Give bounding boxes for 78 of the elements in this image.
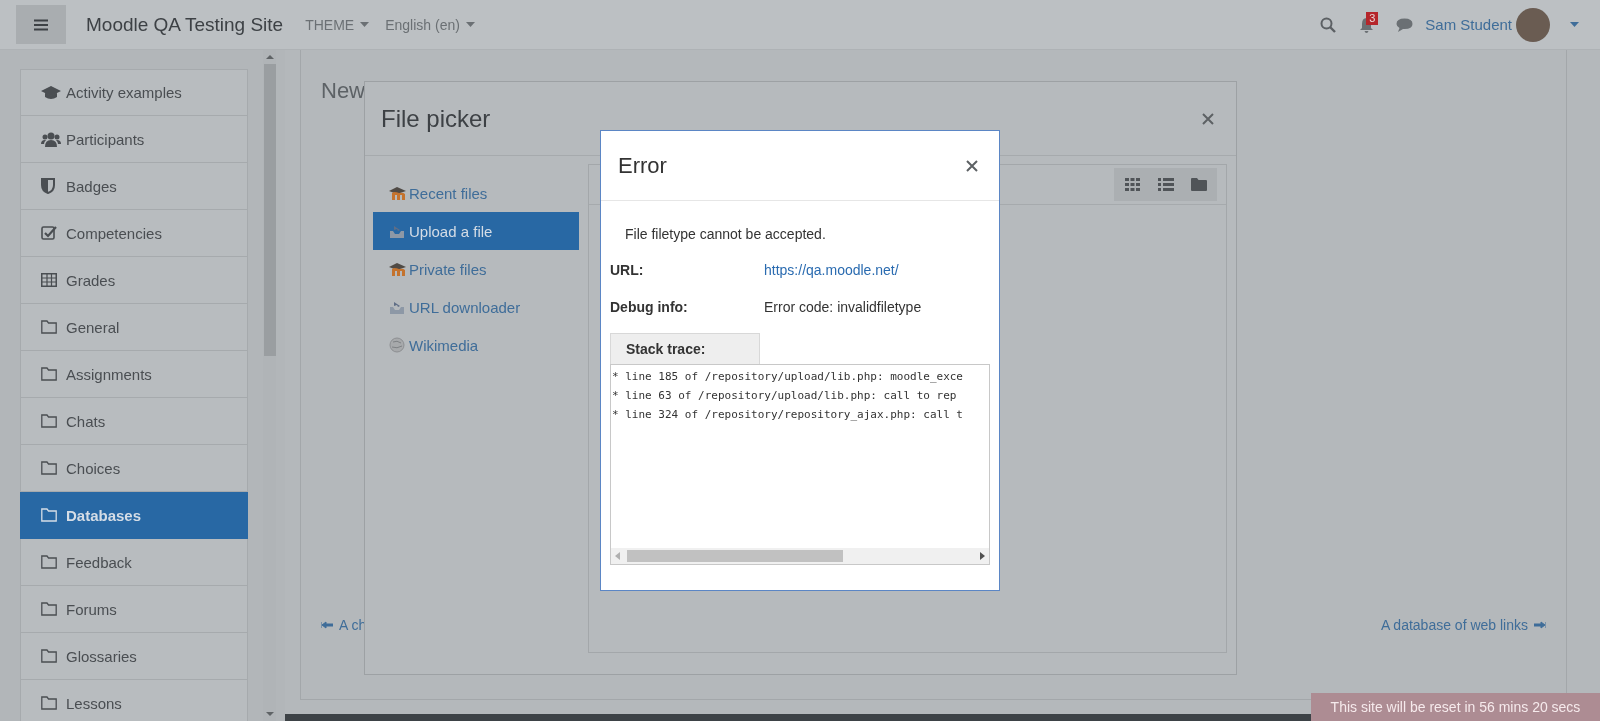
- next-activity-link[interactable]: A database of web links: [1380, 617, 1546, 633]
- repository-item[interactable]: Recent files: [373, 174, 579, 212]
- sidebar-item[interactable]: Chats: [20, 398, 248, 445]
- dropdown-menu[interactable]: THEME: [305, 16, 370, 33]
- url-link[interactable]: https://qa.moodle.net/: [764, 262, 899, 278]
- folder-icon: [41, 461, 57, 475]
- checkbox-icon: [41, 225, 57, 241]
- repository-item[interactable]: Wikimedia: [373, 326, 579, 364]
- arrow-left-icon: [321, 621, 333, 629]
- caret-icon: [465, 22, 475, 27]
- tray-icon: [389, 299, 405, 315]
- field-label: URL:: [610, 262, 645, 278]
- sidebar-item[interactable]: Assignments: [20, 351, 248, 398]
- field-value: Error code: invalidfiletype: [764, 299, 922, 315]
- notification-badge: 3: [1366, 11, 1379, 25]
- sidebar-item[interactable]: Competencies: [20, 210, 248, 257]
- close-icon: [966, 159, 978, 172]
- sidebar-item[interactable]: Forums: [20, 586, 248, 633]
- site-name[interactable]: Moodle QA Testing Site: [86, 13, 284, 36]
- list-icon: [1157, 178, 1174, 191]
- sidebar-item[interactable]: Glossaries: [20, 633, 248, 680]
- caret-icon: [1569, 22, 1579, 27]
- sidebar-item[interactable]: Choices: [20, 445, 248, 492]
- code-line: * line 324 of /repository/repository_ajax.php: call t: [611, 407, 964, 423]
- avatar[interactable]: [1516, 7, 1550, 42]
- sidebar-item[interactable]: Badges: [20, 163, 248, 210]
- folder-icon: [41, 508, 57, 522]
- users-icon: [41, 131, 61, 147]
- folder-icon: [41, 320, 57, 334]
- repository-item[interactable]: URL downloader: [373, 288, 579, 326]
- chat-icon: [1395, 17, 1413, 32]
- sidebar-item[interactable]: Lessons: [20, 680, 248, 721]
- folder-icon: [41, 555, 57, 569]
- folder-icon: [41, 367, 57, 381]
- search-icon: [1320, 16, 1337, 33]
- notifications-button[interactable]: 3: [1351, 9, 1382, 40]
- folder-icon: [1190, 178, 1207, 191]
- code-line: * line 63 of /repository/upload/lib.php: call to rep: [611, 388, 958, 404]
- sidebar-item[interactable]: Databases: [20, 492, 248, 539]
- sidebar-item[interactable]: Feedback: [20, 539, 248, 586]
- dialog-title: Error: [618, 152, 668, 179]
- table-icon: [41, 273, 57, 287]
- sidebar-item[interactable]: Participants: [20, 116, 248, 163]
- sidebar-item[interactable]: Activity examples: [20, 69, 248, 116]
- graduation-cap-icon: [389, 262, 407, 276]
- menu-icon: [34, 18, 48, 31]
- page-heading: New: [321, 78, 366, 104]
- dialog-title: File picker: [381, 104, 492, 133]
- folder-icon: [41, 602, 57, 616]
- code-line: * line 185 of /repository/upload/lib.php: moodle_exce: [611, 369, 964, 385]
- stack-trace-label: Stack trace:: [610, 333, 760, 364]
- globe-icon: [389, 337, 405, 353]
- user-name[interactable]: Sam Student: [1425, 16, 1512, 33]
- folder-icon: [41, 414, 57, 428]
- shield-icon: [41, 178, 55, 194]
- scroll-up-icon[interactable]: [265, 55, 274, 59]
- graduation-cap-icon: [389, 186, 407, 200]
- scroll-down-icon[interactable]: [265, 712, 274, 716]
- caret-icon: [360, 22, 370, 27]
- grid-icon: [1125, 178, 1140, 191]
- sidebar-item[interactable]: Grades: [20, 257, 248, 304]
- graduation-cap-icon: [41, 85, 61, 100]
- sidebar-item[interactable]: General: [20, 304, 248, 351]
- folder-icon: [41, 649, 57, 663]
- repository-item[interactable]: Upload a file: [373, 212, 579, 250]
- error-message: File filetype cannot be accepted.: [625, 226, 827, 242]
- tray-icon: [389, 223, 405, 239]
- reset-banner: This site will be reset in 56 mins 20 secs: [1311, 693, 1600, 721]
- repository-item[interactable]: Private files: [373, 250, 579, 288]
- folder-icon: [41, 696, 57, 710]
- arrow-right-icon: [1534, 621, 1546, 629]
- menu-button[interactable]: [16, 5, 66, 44]
- dropdown-menu[interactable]: English (en): [385, 16, 475, 33]
- scroll-right-icon[interactable]: [979, 552, 985, 560]
- field-label: Debug info:: [610, 299, 689, 315]
- scrollbar[interactable]: [611, 548, 989, 564]
- scroll-left-icon[interactable]: [615, 552, 621, 560]
- close-icon: [1202, 112, 1214, 125]
